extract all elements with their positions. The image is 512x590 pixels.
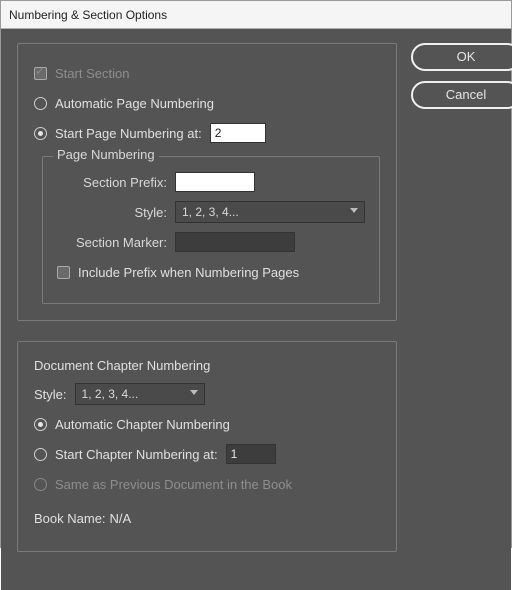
auto-chapter-label: Automatic Chapter Numbering <box>55 417 230 432</box>
start-page-label: Start Page Numbering at: <box>55 126 202 141</box>
chevron-down-icon <box>190 390 198 395</box>
same-prev-label: Same as Previous Document in the Book <box>55 477 292 492</box>
start-chapter-label: Start Chapter Numbering at: <box>55 447 218 462</box>
cancel-button[interactable]: Cancel <box>411 81 512 109</box>
chapter-heading: Document Chapter Numbering <box>34 358 380 373</box>
chapter-style-row: Style: 1, 2, 3, 4... <box>34 381 380 407</box>
start-page-radio[interactable] <box>34 127 47 140</box>
auto-page-label: Automatic Page Numbering <box>55 96 214 111</box>
chapter-style-select[interactable]: 1, 2, 3, 4... <box>75 383 205 405</box>
section-prefix-row: Section Prefix: <box>57 169 365 195</box>
include-prefix-label: Include Prefix when Numbering Pages <box>78 265 299 280</box>
left-column: Start Section Automatic Page Numbering S… <box>17 43 397 572</box>
book-name-value: N/A <box>110 511 132 526</box>
section-prefix-label: Section Prefix: <box>57 175 167 190</box>
chevron-down-icon <box>350 208 358 213</box>
start-page-row[interactable]: Start Page Numbering at: <box>34 120 380 146</box>
ok-button[interactable]: OK <box>411 43 512 71</box>
page-style-row: Style: 1, 2, 3, 4... <box>57 199 365 225</box>
start-chapter-input[interactable] <box>226 444 276 464</box>
section-prefix-input[interactable] <box>175 172 255 192</box>
auto-chapter-radio[interactable] <box>34 418 47 431</box>
section-marker-row: Section Marker: <box>57 229 365 255</box>
section-group: Start Section Automatic Page Numbering S… <box>17 43 397 321</box>
page-style-label: Style: <box>57 205 167 220</box>
chapter-style-value: 1, 2, 3, 4... <box>82 387 139 401</box>
dialog-numbering-section-options: Numbering & Section Options Start Sectio… <box>0 0 512 548</box>
right-column: OK Cancel <box>397 43 512 572</box>
page-numbering-legend: Page Numbering <box>53 147 159 162</box>
start-section-row: Start Section <box>34 60 380 86</box>
chapter-group: Document Chapter Numbering Style: 1, 2, … <box>17 341 397 552</box>
section-marker-label: Section Marker: <box>57 235 167 250</box>
book-name-row: Book Name: N/A <box>34 505 380 531</box>
book-name-label: Book Name: <box>34 511 106 526</box>
start-section-checkbox <box>34 67 47 80</box>
include-prefix-checkbox[interactable] <box>57 266 70 279</box>
auto-page-row[interactable]: Automatic Page Numbering <box>34 90 380 116</box>
page-style-select[interactable]: 1, 2, 3, 4... <box>175 201 365 223</box>
auto-chapter-row[interactable]: Automatic Chapter Numbering <box>34 411 380 437</box>
same-prev-row: Same as Previous Document in the Book <box>34 471 380 497</box>
start-page-input[interactable] <box>210 123 266 143</box>
same-prev-radio <box>34 478 47 491</box>
section-marker-input[interactable] <box>175 232 295 252</box>
page-style-value: 1, 2, 3, 4... <box>182 205 239 219</box>
start-chapter-row[interactable]: Start Chapter Numbering at: <box>34 441 380 467</box>
dialog-title: Numbering & Section Options <box>9 8 167 22</box>
include-prefix-row[interactable]: Include Prefix when Numbering Pages <box>57 259 365 285</box>
page-numbering-subgroup: Page Numbering Section Prefix: Style: 1,… <box>42 156 380 304</box>
auto-page-radio[interactable] <box>34 97 47 110</box>
start-section-label: Start Section <box>55 66 129 81</box>
dialog-body: Start Section Automatic Page Numbering S… <box>1 29 511 590</box>
title-bar: Numbering & Section Options <box>1 1 511 29</box>
start-chapter-radio[interactable] <box>34 448 47 461</box>
chapter-style-label: Style: <box>34 387 67 402</box>
